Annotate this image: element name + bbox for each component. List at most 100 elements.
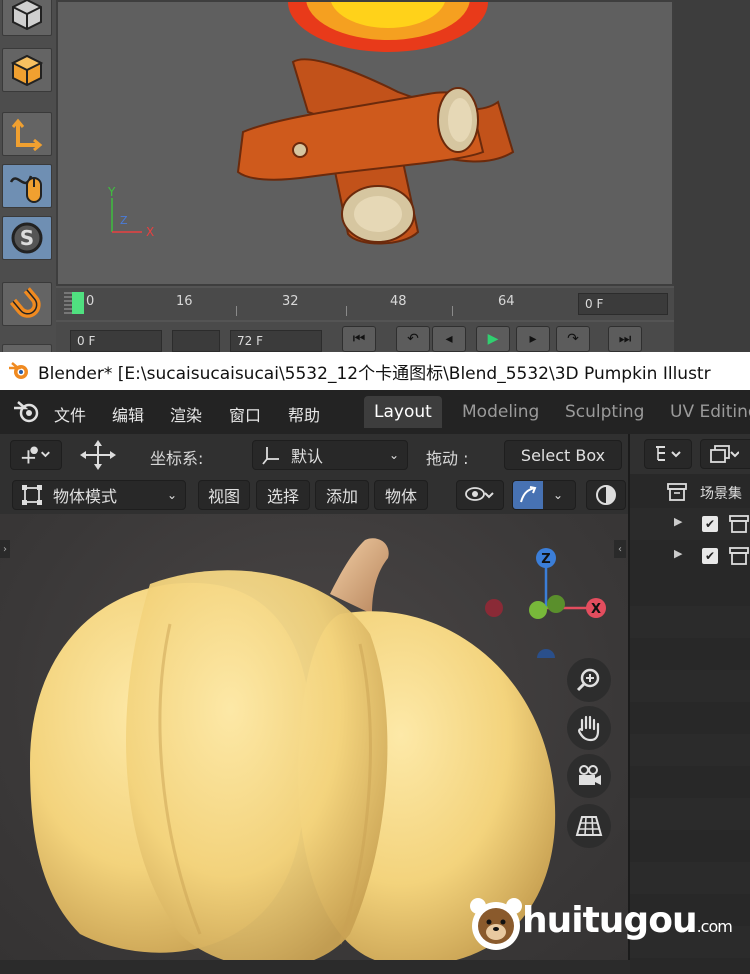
tab-uv-editing[interactable]: UV Editing <box>660 396 750 428</box>
next-key-button[interactable]: ↷ <box>556 326 590 352</box>
menu-add-button[interactable]: 添加 <box>315 480 369 510</box>
move-arrows-icon[interactable] <box>78 440 118 470</box>
visibility-checkbox[interactable]: ✔ <box>702 548 718 564</box>
timeline-playhead[interactable] <box>72 292 84 314</box>
expand-arrow-icon[interactable]: ▶ <box>674 515 682 528</box>
current-frame-value: 0 F <box>585 297 604 311</box>
chevron-down-icon[interactable]: ⌄ <box>553 488 563 502</box>
pan-button[interactable] <box>567 706 611 750</box>
eye-icon <box>465 487 494 501</box>
drag-label: 拖动 : <box>426 449 469 468</box>
bear-logo-icon <box>470 898 522 950</box>
outliner-filter[interactable] <box>700 439 750 469</box>
next-frame-button[interactable]: ▸ <box>516 326 550 352</box>
gizmo-toggle[interactable]: ⌄ <box>512 480 576 510</box>
blender-menubar: 文件 编辑 渲染 窗口 帮助 Layout Modeling Sculpting… <box>0 390 750 434</box>
go-to-start-button[interactable]: ⏮ <box>342 326 376 352</box>
watermark-name: huitugou <box>522 900 698 941</box>
3d-viewport[interactable]: Z X › ‹ <box>0 514 628 960</box>
outliner-row-scene-collection[interactable]: 场景集 <box>630 476 750 508</box>
c4d-viewport[interactable]: Y X Z <box>56 0 674 286</box>
tab-modeling[interactable]: Modeling <box>452 396 549 428</box>
menu-select-button[interactable]: 选择 <box>256 480 310 510</box>
frame-stepper[interactable] <box>172 330 220 352</box>
outliner-header <box>630 434 750 474</box>
tab-layout[interactable]: Layout <box>364 396 442 428</box>
play-button[interactable]: ▶ <box>476 326 510 352</box>
perspective-toggle-button[interactable] <box>567 804 611 848</box>
navigation-gizmo[interactable]: Z X <box>480 528 620 658</box>
outliner-display-mode[interactable] <box>644 439 692 469</box>
cube-icon <box>12 0 42 31</box>
window-titlebar: Blender* [E:\sucaisucaisucai\5532_12个卡通图… <box>0 352 750 390</box>
prev-key-button[interactable]: ↶ <box>396 326 430 352</box>
object-cube-button[interactable] <box>2 48 52 92</box>
mouse-icon <box>9 175 42 203</box>
axis-tool-button[interactable] <box>2 112 52 156</box>
magnet-icon <box>9 287 41 318</box>
scene-collection-label: 场景集 <box>700 486 742 502</box>
timeline-tick-label: 0 <box>86 294 95 309</box>
current-frame-field[interactable]: 0 F <box>578 293 668 315</box>
outliner-row[interactable]: ▶ ✔ <box>630 508 750 540</box>
object-mode-dropdown[interactable]: 物体模式 ⌄ <box>12 480 186 510</box>
object-mode-icon <box>22 485 42 505</box>
cube-tool-button[interactable] <box>2 0 52 36</box>
chevron-down-icon: ⌄ <box>166 488 177 502</box>
c4d-timeline[interactable]: 0 16 32 48 64 0 F <box>56 288 674 320</box>
menu-window[interactable]: 窗口 <box>229 402 261 426</box>
menu-edit[interactable]: 编辑 <box>112 402 144 426</box>
end-frame-field[interactable]: 72 F <box>230 330 322 352</box>
timeline-tick <box>452 306 453 316</box>
expand-arrow-icon[interactable]: ▶ <box>674 547 682 560</box>
outliner-row[interactable]: ▶ ✔ <box>630 540 750 572</box>
svg-text:S: S <box>20 226 34 250</box>
c4d-toolbar: S <box>0 0 56 352</box>
zoom-button[interactable] <box>567 658 611 702</box>
menu-object-button[interactable]: 物体 <box>374 480 428 510</box>
timeline-tick-label: 48 <box>390 294 407 309</box>
watermark-text: huitugou.com <box>522 900 733 941</box>
collection-box-icon <box>729 515 749 533</box>
chevron-down-icon: ⌄ <box>388 448 399 462</box>
toolbar-expand-arrow[interactable]: › <box>0 540 10 558</box>
menu-render[interactable]: 渲染 <box>170 402 202 426</box>
svg-text:Z: Z <box>120 214 128 227</box>
coord-system-label: 坐标系: <box>150 449 204 468</box>
menu-view-button[interactable]: 视图 <box>198 480 250 510</box>
list-tree-icon <box>656 446 681 461</box>
menu-file[interactable]: 文件 <box>54 402 86 426</box>
start-frame-field[interactable]: 0 F <box>70 330 162 352</box>
menu-help[interactable]: 帮助 <box>288 402 320 426</box>
visibility-checkbox[interactable]: ✔ <box>702 516 718 532</box>
extra-tool-button[interactable] <box>2 344 52 352</box>
visibility-dropdown[interactable] <box>456 480 504 510</box>
magnet-tool-button[interactable] <box>2 282 52 326</box>
object-mode-value: 物体模式 <box>53 487 118 506</box>
zoom-icon <box>576 668 600 692</box>
snap-tool-button[interactable]: S <box>2 216 52 260</box>
svg-text:X: X <box>146 225 154 239</box>
menu-add-label: 添加 <box>325 487 358 506</box>
prev-frame-button[interactable]: ◂ <box>432 326 466 352</box>
mouse-tool-button[interactable] <box>2 164 52 208</box>
transform-pivot-button[interactable] <box>10 440 62 470</box>
tab-sculpting[interactable]: Sculpting <box>555 396 654 428</box>
drag-select-dropdown[interactable]: Select Box <box>504 440 622 470</box>
gizmo-button[interactable] <box>513 481 543 509</box>
blender-menu-icon[interactable] <box>12 400 40 424</box>
overlay-button[interactable] <box>586 480 626 510</box>
image-stack-icon <box>710 445 739 463</box>
viewport-header: 物体模式 ⌄ 视图 选择 添加 物体 ⌄ <box>0 476 628 514</box>
sidebar-expand-arrow[interactable]: ‹ <box>614 540 626 558</box>
camera-view-button[interactable] <box>567 754 611 798</box>
go-to-end-button[interactable]: ⏭ <box>608 326 642 352</box>
c4d-right-panel <box>674 0 750 352</box>
grid-icon <box>575 816 603 836</box>
watermark-suffix: .com <box>696 917 733 936</box>
coord-system-dropdown[interactable]: 默认 ⌄ <box>252 440 408 470</box>
collection-box-icon <box>729 547 749 565</box>
timeline-tick-label: 64 <box>498 294 515 309</box>
outliner-panel: 场景集 ▶ ✔ ▶ ✔ <box>628 434 750 974</box>
timeline-grip[interactable] <box>64 292 72 316</box>
